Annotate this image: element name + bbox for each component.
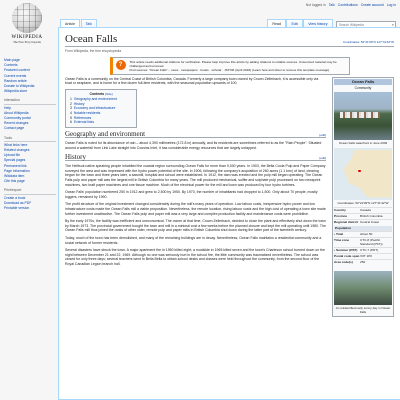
waterfront-photo[interactable] xyxy=(334,91,392,140)
toc-text[interactable]: Notable residents xyxy=(74,111,100,115)
toc-text[interactable]: External links xyxy=(74,120,94,124)
toc-text[interactable]: References xyxy=(74,116,91,120)
infobox-value[interactable]: V0T 1P0 xyxy=(360,254,392,258)
edit-section-link[interactable]: [edit] xyxy=(319,156,326,161)
infobox-key: Province xyxy=(334,214,348,218)
infobox-key: Area code(s) xyxy=(334,260,353,264)
infobox-row: Province British Columbia xyxy=(334,212,392,219)
intro-paragraph: Ocean Falls is a community on the Centra… xyxy=(65,76,319,86)
infobox-key: Regional district xyxy=(334,220,359,224)
infobox-row: Country Canada xyxy=(334,206,392,213)
toc-hide-toggle[interactable]: [hide] xyxy=(105,92,112,96)
infobox-value[interactable]: British Columbia xyxy=(360,214,392,218)
infobox-key: Postal code span xyxy=(334,254,360,258)
history-paragraph: The Heiltsuk native speaking people inha… xyxy=(65,164,326,187)
notice-find-sources[interactable]: Find sources: "Ocean Falls" – news · new… xyxy=(130,68,346,72)
toc-number: 5 xyxy=(70,115,72,120)
infobox-key: Country xyxy=(334,208,346,212)
sidebar-heading-tools: Tools xyxy=(4,136,56,142)
sidebar-item[interactable]: Cite this page xyxy=(4,179,56,184)
history-paragraph: Ocean Falls' population numbered 250 in … xyxy=(65,190,318,199)
infobox-value[interactable]: UTC-8 (Pacific Standard (PST)) xyxy=(360,238,392,246)
warning-icon: ? xyxy=(115,59,126,70)
article-body: Ocean Falls is a community on the Centra… xyxy=(65,77,326,317)
infobox-value[interactable]: UTC-7 (PDT) xyxy=(360,248,392,252)
infobox-key: Time zone xyxy=(334,238,350,242)
infobox-key: • Total xyxy=(334,232,344,236)
toc-title: Contents [hide] xyxy=(70,92,132,97)
globe-icon xyxy=(12,3,42,33)
toc-heading: Contents xyxy=(89,91,105,96)
infobox-value[interactable]: 250 xyxy=(360,260,392,264)
toc-entry[interactable]: 6 External links xyxy=(70,120,132,125)
early-photo[interactable] xyxy=(334,270,392,305)
infobox-row: Regional district Central Coast xyxy=(334,218,392,225)
toc-number: 1 xyxy=(70,97,72,102)
toc-text[interactable]: Economy and infrastructure xyxy=(74,106,115,110)
sidebar-heading-interaction: Interaction xyxy=(4,98,56,105)
history-paragraph: The profit structure of the original inv… xyxy=(65,202,326,216)
section-heading-geography: Geography and environment [edit] xyxy=(65,129,326,139)
wikipedia-logo[interactable]: WIKIPEDIA The Free Encyclopedia xyxy=(3,3,51,55)
infobox-row: • Total About 50 xyxy=(334,230,392,237)
sidebar: Main page Contents Featured content Current… xyxy=(4,58,56,211)
user-link[interactable]: Create account xyxy=(361,3,384,7)
user-link[interactable]: Contributions xyxy=(338,3,358,7)
infobox: Ocean Falls Community Ocean Falls waterf… xyxy=(332,76,394,317)
user-link: Not logged in xyxy=(305,3,326,7)
coordinates[interactable]: Coordinates: 52°21′09″N 127°41′42″W xyxy=(343,40,394,44)
location-marker-icon xyxy=(358,169,361,172)
section-title: Geography and environment xyxy=(65,129,146,138)
toc-number: 2 xyxy=(70,101,72,106)
site-sub: From Wikipedia, the free encyclopedia xyxy=(65,48,122,53)
infobox-value[interactable]: About 50 xyxy=(360,232,392,236)
top-bar: Not logged in Talk Contributions Create acc… xyxy=(0,0,400,18)
infobox-key: • Summer (DST) xyxy=(334,248,358,252)
section-title: History xyxy=(65,152,86,161)
infobox-row: Area code(s) 250 xyxy=(334,258,392,265)
sidebar-heading-print: Print/export xyxy=(4,188,56,195)
section-heading-history: History [edit] xyxy=(65,152,326,162)
infobox-row: • Summer (DST) UTC-7 (PDT) xyxy=(334,246,392,253)
user-link[interactable]: Log in xyxy=(387,3,396,7)
toc-text[interactable]: History xyxy=(74,102,85,106)
location-map[interactable] xyxy=(334,147,392,200)
citation-notice: ? This article needs additional citation… xyxy=(109,56,350,75)
article-content: Ocean Falls Coordinates: 52°21′09″N 127°… xyxy=(58,27,400,400)
user-links: Not logged in Talk Contributions Create acc… xyxy=(306,3,396,7)
infobox-row: Time zone UTC-8 (Pacific Standard (PST)) xyxy=(334,236,392,247)
toc-number: 6 xyxy=(70,120,72,125)
history-paragraph: Today, much of the town has been demolis… xyxy=(65,235,322,245)
sidebar-item[interactable]: Printable version xyxy=(4,206,56,211)
toc-number: 4 xyxy=(70,111,72,116)
logo-subtitle: The Free Encyclopedia xyxy=(13,40,41,44)
sidebar-item[interactable]: Contact page xyxy=(4,126,56,131)
infobox-subtitle: Community xyxy=(354,85,372,90)
table-of-contents: Contents [hide] 1 Geography and environme… xyxy=(65,88,137,128)
geography-paragraph: Ocean Falls is noted for its abundance o… xyxy=(65,141,322,151)
edit-section-link[interactable]: [edit] xyxy=(319,133,326,138)
user-link[interactable]: Talk xyxy=(329,3,335,7)
sidebar-item[interactable]: Wikipedia store xyxy=(4,89,56,94)
notice-text: This article needs additional citations … xyxy=(129,59,337,68)
history-paragraph: Several disasters have struck the town. … xyxy=(65,248,326,266)
infobox-value[interactable]: Central Coast xyxy=(360,220,392,224)
toc-text[interactable]: Geography and environment xyxy=(74,97,117,101)
infobox-row: Postal code span V0T 1P0 xyxy=(334,252,392,259)
early-photo-caption: An unidentified early sunny day in Ocean… xyxy=(335,305,391,314)
infobox-value[interactable]: Canada xyxy=(360,208,392,212)
toc-number: 3 xyxy=(70,106,72,111)
history-paragraph: By the early 1970s, the facility was ine… xyxy=(65,219,326,233)
photo-caption: Ocean Falls waterfront in June 2009 xyxy=(338,140,388,145)
